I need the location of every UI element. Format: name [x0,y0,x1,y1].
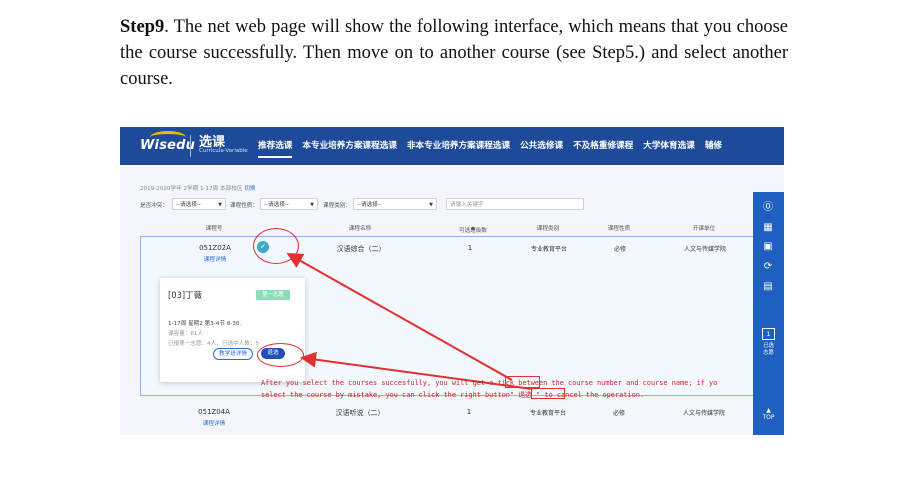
course-name: 汉语听说（二） [335,409,385,417]
course-code: 051Z04A [198,408,230,416]
course-nature: 必修 [612,410,626,417]
table-row[interactable]: 051Z04A 课程详情 汉语听说（二） 1 专业教育平台 必修 人文与传媒学院 [140,405,758,435]
course-selection-screenshot: Wisedu 选课 Curricula-Variable 推荐选课 本专业培养方… [120,127,784,435]
highlight-box-drop [531,388,565,399]
selected-courses-cart[interactable]: 1 已选 志愿 [757,328,780,358]
help-icon[interactable]: ⓪ [762,202,774,213]
highlight-box-tick [505,376,540,388]
class-count: 1 [466,408,472,416]
course-category: 专业教育平台 [529,410,567,417]
grid-icon[interactable]: ▦ [762,222,774,233]
annotation-line-2: select the course by mistake, you can cl… [261,390,644,399]
chart-icon[interactable]: ▤ [762,281,774,292]
arrow-up-icon: ▲ [766,407,771,414]
cart-count: 1 [762,328,775,340]
course-unit: 人文与传媒学院 [682,410,726,417]
top-label: TOP [762,414,775,421]
step-label: Step9 [120,17,165,37]
clipboard-icon[interactable]: ▣ [762,241,774,252]
course-detail-link[interactable]: 课程详情 [203,419,225,427]
back-to-top-button[interactable]: ▲ TOP [760,407,777,421]
right-sidebar: ⓪ ▦ ▣ ⟳ ▤ 1 已选 志愿 ▲ TOP [753,192,784,435]
cart-label: 已选 志愿 [763,343,774,356]
step-instruction: Step9. The net web page will show the fo… [120,14,788,92]
step-text: . The net web page will show the followi… [120,17,788,89]
refresh-icon[interactable]: ⟳ [762,261,774,272]
